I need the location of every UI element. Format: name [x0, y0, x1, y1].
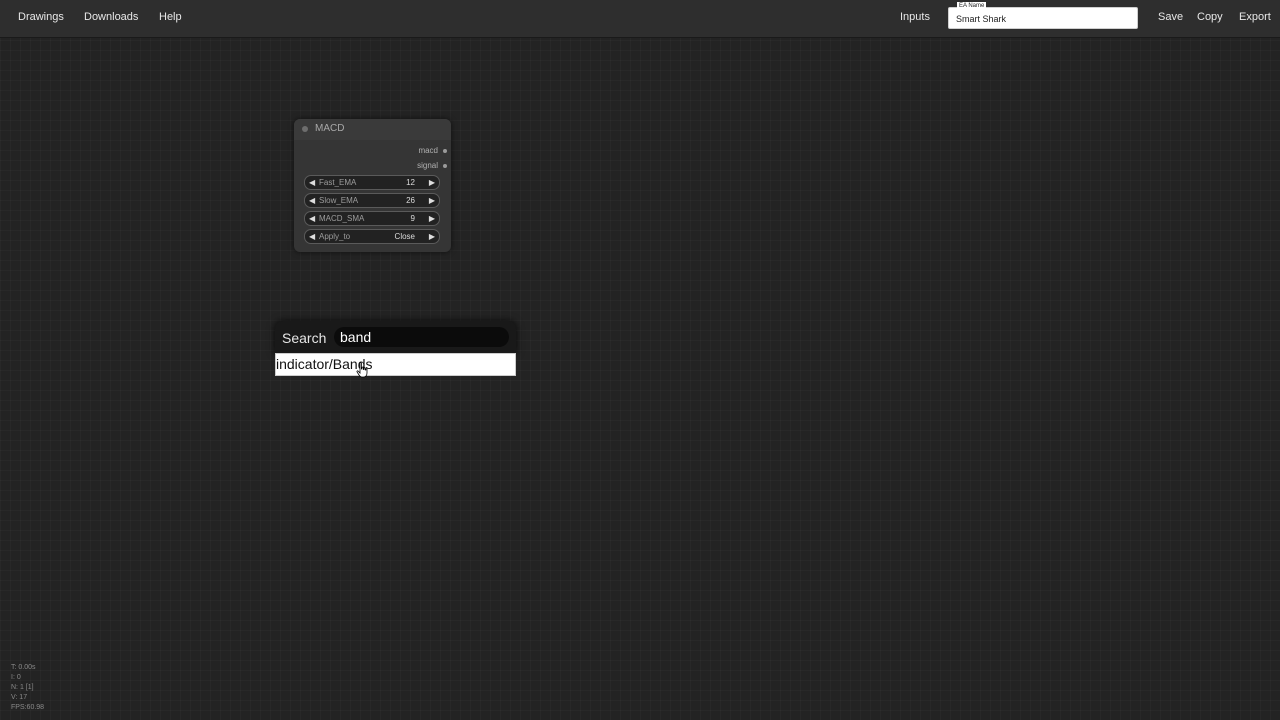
node-title: MACD — [315, 123, 345, 134]
export-button[interactable]: Export — [1239, 11, 1271, 23]
widget-label: Apply_to — [319, 232, 351, 241]
top-menu-bar: Drawings Downloads Help Inputs EA Name S… — [0, 0, 1280, 38]
output-connector[interactable] — [443, 148, 447, 153]
increment-arrow-icon[interactable]: ▶ — [429, 195, 435, 206]
widget-value: Close — [394, 232, 415, 241]
output-label: macd — [418, 146, 438, 155]
widget-value: 12 — [406, 178, 415, 187]
decrement-arrow-icon[interactable]: ◀ — [309, 231, 315, 242]
widget-value: 26 — [406, 196, 415, 205]
inputs-button[interactable]: Inputs — [900, 11, 930, 23]
macd-node[interactable]: MACD macd signal ◀ Fast_EMA 12 ▶ ◀ Slow_… — [294, 119, 451, 252]
menu-downloads[interactable]: Downloads — [84, 11, 138, 23]
increment-arrow-icon[interactable]: ▶ — [429, 213, 435, 224]
stat-time: T: 0.00s — [11, 664, 36, 671]
widget-label: Fast_EMA — [319, 178, 357, 187]
output-slot-macd[interactable]: macd — [418, 146, 447, 155]
node-collapse-dot[interactable] — [302, 126, 308, 132]
output-connector[interactable] — [443, 163, 447, 168]
widget-label: MACD_SMA — [319, 214, 365, 223]
copy-button[interactable]: Copy — [1197, 11, 1223, 23]
hand-cursor-icon — [356, 362, 368, 378]
widget-value: 9 — [410, 214, 415, 223]
widget-fast-ema[interactable]: ◀ Fast_EMA 12 ▶ — [304, 175, 440, 190]
node-search-box: Search — [275, 321, 516, 353]
widget-slow-ema[interactable]: ◀ Slow_EMA 26 ▶ — [304, 193, 440, 208]
widget-apply-to[interactable]: ◀ Apply_to Close ▶ — [304, 229, 440, 244]
ea-name-field[interactable]: EA Name — [948, 2, 1138, 29]
render-stats: T: 0.00s I: 0 N: 1 [1] V: 17 FPS:60.98 — [11, 663, 44, 713]
decrement-arrow-icon[interactable]: ◀ — [309, 177, 315, 188]
decrement-arrow-icon[interactable]: ◀ — [309, 195, 315, 206]
decrement-arrow-icon[interactable]: ◀ — [309, 213, 315, 224]
stat-v: V: 17 — [11, 694, 28, 701]
save-button[interactable]: Save — [1158, 11, 1183, 23]
graph-canvas[interactable] — [0, 0, 1280, 720]
output-label: signal — [417, 161, 438, 170]
widget-macd-sma[interactable]: ◀ MACD_SMA 9 ▶ — [304, 211, 440, 226]
stat-fps: FPS:60.98 — [11, 704, 45, 711]
stat-nodes: N: 1 [1] — [11, 684, 34, 691]
ea-name-legend: EA Name — [957, 2, 987, 10]
node-header[interactable]: MACD — [294, 119, 451, 140]
search-result-item[interactable]: indicator/Bands — [275, 353, 516, 376]
ea-name-input[interactable] — [956, 12, 1126, 26]
output-slot-signal[interactable]: signal — [417, 161, 447, 170]
stat-i: I: 0 — [11, 674, 21, 681]
widget-label: Slow_EMA — [319, 196, 359, 205]
search-input[interactable] — [334, 327, 509, 347]
menu-drawings[interactable]: Drawings — [18, 11, 64, 23]
increment-arrow-icon[interactable]: ▶ — [429, 177, 435, 188]
menu-help[interactable]: Help — [159, 11, 182, 23]
increment-arrow-icon[interactable]: ▶ — [429, 231, 435, 242]
search-label: Search — [282, 330, 327, 346]
